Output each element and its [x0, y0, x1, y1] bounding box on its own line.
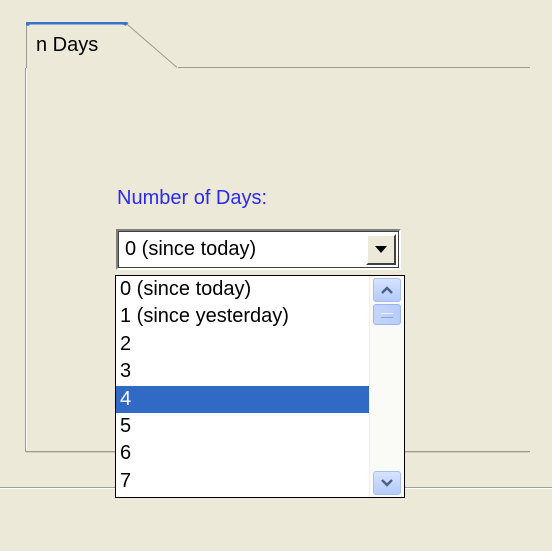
scroll-up-icon	[381, 286, 393, 294]
dropdown-toggle-button[interactable]	[366, 234, 396, 265]
list-item[interactable]: 6	[116, 440, 369, 467]
list-item[interactable]: 5	[116, 413, 369, 440]
settings-window: n Days Number of Days: 0 (since today) 0…	[0, 0, 552, 551]
combobox-selected-value: 0 (since today)	[125, 238, 257, 260]
list-item[interactable]: 3	[116, 358, 369, 385]
list-item[interactable]: 0 (since today)	[116, 276, 369, 303]
scroll-down-button[interactable]	[373, 471, 401, 495]
tab-label: n Days	[36, 34, 99, 56]
number-of-days-label: Number of Days:	[117, 187, 268, 209]
scroll-up-button[interactable]	[373, 278, 401, 302]
chevron-down-icon	[375, 246, 387, 253]
number-of-days-dropdown-list[interactable]: 0 (since today) 1 (since yesterday) 2 3 …	[115, 275, 405, 498]
list-item[interactable]: 2	[116, 331, 369, 358]
tab-n-days[interactable]: n Days	[26, 22, 178, 68]
list-item[interactable]: 4	[116, 385, 369, 413]
vertical-scrollbar[interactable]	[369, 276, 404, 497]
option-list: 0 (since today) 1 (since yesterday) 2 3 …	[116, 276, 369, 497]
list-item[interactable]: 1 (since yesterday)	[116, 303, 369, 330]
scrollbar-thumb[interactable]	[373, 304, 401, 325]
list-item[interactable]: 7	[116, 468, 369, 495]
scroll-down-icon	[381, 479, 393, 487]
grip-icon	[381, 313, 393, 318]
number-of-days-combobox[interactable]: 0 (since today)	[116, 229, 401, 270]
